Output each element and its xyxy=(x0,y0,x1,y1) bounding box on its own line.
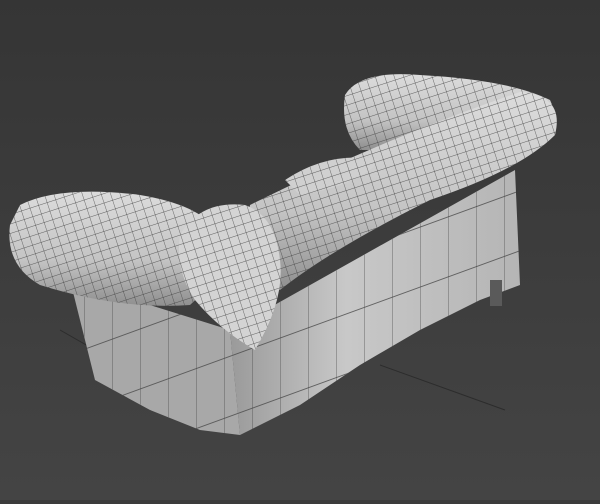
sofa-leg xyxy=(490,280,502,306)
3d-viewport[interactable] xyxy=(0,0,600,500)
viewport-canvas xyxy=(0,0,600,500)
